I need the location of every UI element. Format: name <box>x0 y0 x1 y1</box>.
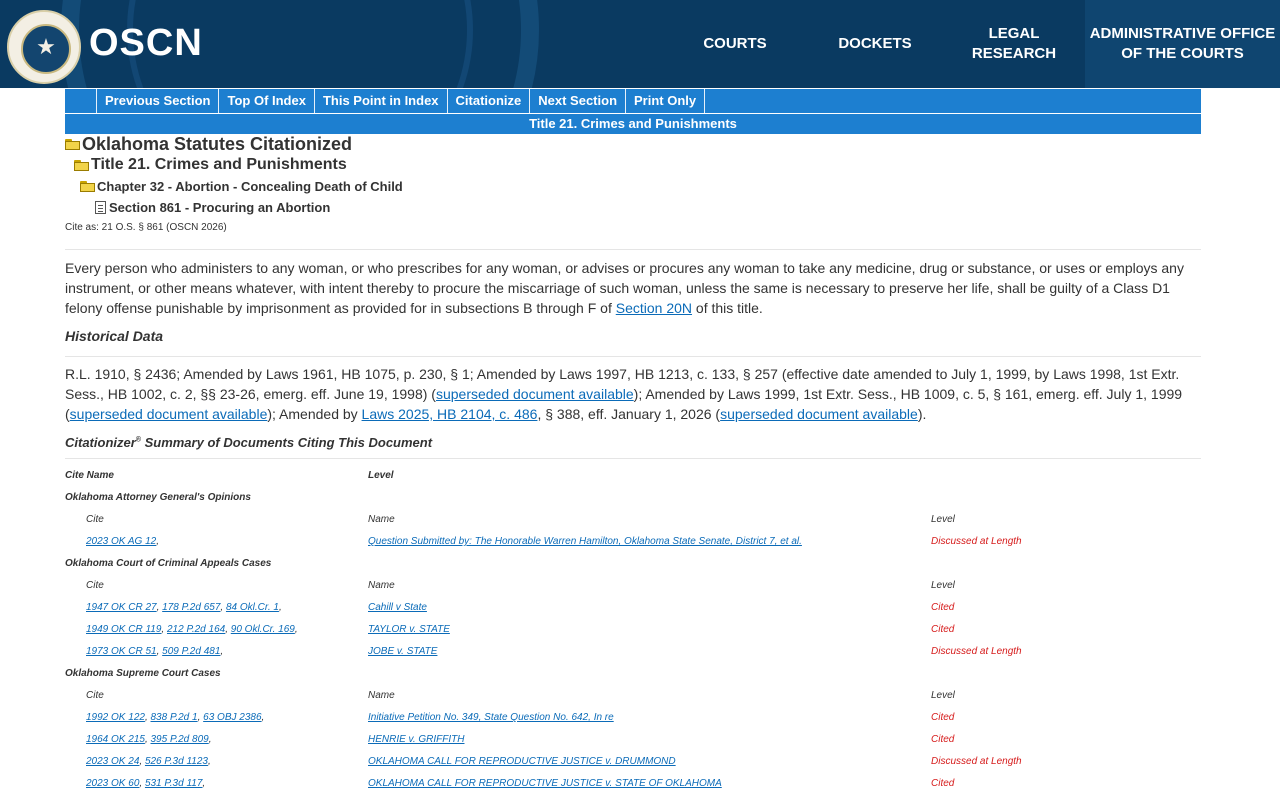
cite-link[interactable]: 90 Okl.Cr. 169 <box>231 624 295 635</box>
subheader-name: Name <box>368 580 395 591</box>
divider <box>65 458 1201 459</box>
group-heading-cca: Oklahoma Court of Criminal Appeals Cases <box>65 558 272 569</box>
table-row-cite: 1964 OK 215, 395 P.2d 809, <box>86 734 212 745</box>
case-name-link[interactable]: OKLAHOMA CALL FOR REPRODUCTIVE JUSTICE v… <box>368 778 722 789</box>
cite-link[interactable]: 2023 OK 24 <box>86 756 139 767</box>
nav-courts[interactable]: COURTS <box>668 0 802 88</box>
case-name-link[interactable]: HENRIE v. GRIFFITH <box>368 734 464 745</box>
case-name-link[interactable]: TAYLOR v. STATE <box>368 624 450 635</box>
level-value: Discussed at Length <box>931 536 1022 547</box>
toolbar-spacer <box>65 89 97 113</box>
level-value: Discussed at Length <box>931 756 1022 767</box>
supreme-court-seal-logo[interactable]: ★ <box>7 10 81 84</box>
cite-link[interactable]: 212 P.2d 164 <box>167 624 225 635</box>
cite-link[interactable]: 531 P.3d 117 <box>145 778 202 789</box>
cite-link[interactable]: 395 P.2d 809 <box>151 734 209 745</box>
cite-link[interactable]: 63 OBJ 2386 <box>203 712 261 723</box>
historical-data-heading: Historical Data <box>65 328 164 344</box>
document-toolbar: Previous Section Top Of Index This Point… <box>65 89 1201 113</box>
level-value: Cited <box>931 778 955 789</box>
table-row-cite: 2023 OK AG 12, <box>86 536 160 547</box>
cite-link[interactable]: 84 Okl.Cr. 1 <box>226 602 279 613</box>
tree-title-label: Title 21. Crimes and Punishments <box>91 156 347 173</box>
tree-section-label: Section 861 - Procuring an Abortion <box>109 199 331 215</box>
open-folder-icon <box>74 159 89 171</box>
table-row-cite: 1992 OK 122, 838 P.2d 1, 63 OBJ 2386, <box>86 712 265 723</box>
nav-dockets[interactable]: DOCKETS <box>808 0 942 88</box>
tree-chapter[interactable]: Chapter 32 - Abortion - Concealing Death… <box>80 177 403 195</box>
cite-link[interactable]: 1973 OK CR 51 <box>86 646 157 657</box>
next-section-button[interactable]: Next Section <box>530 89 627 113</box>
subheader-level: Level <box>931 514 955 525</box>
cite-link[interactable]: 1949 OK CR 119 <box>86 624 161 635</box>
top-of-index-button[interactable]: Top Of Index <box>219 89 315 113</box>
subheader-cite: Cite <box>86 514 104 525</box>
cite-link[interactable]: 526 P.3d 1123 <box>145 756 208 767</box>
this-point-in-index-button[interactable]: This Point in Index <box>315 89 448 113</box>
level-value: Cited <box>931 624 955 635</box>
table-row-cite: 1949 OK CR 119, 212 P.2d 164, 90 Okl.Cr.… <box>86 624 298 635</box>
divider <box>65 249 1201 250</box>
tree-root[interactable]: Oklahoma Statutes Citationized <box>65 134 352 154</box>
nav-legal-research[interactable]: LEGAL RESEARCH <box>947 0 1081 88</box>
cite-link[interactable]: 1992 OK 122 <box>86 712 145 723</box>
level-value: Cited <box>931 734 955 745</box>
table-row-cite: 1947 OK CR 27, 178 P.2d 657, 84 Okl.Cr. … <box>86 602 282 613</box>
table-row-cite: 1973 OK CR 51, 509 P.2d 481, <box>86 646 224 657</box>
column-header-cite-name: Cite Name <box>65 470 114 481</box>
superseded-document-link[interactable]: superseded document available <box>70 406 268 422</box>
site-header: ★ OSCN COURTS DOCKETS LEGAL RESEARCH ADMI… <box>0 0 1280 88</box>
level-value: Cited <box>931 712 955 723</box>
subheader-level: Level <box>931 580 955 591</box>
table-row-cite: 2023 OK 24, 526 P.3d 1123, <box>86 756 211 767</box>
case-name-link[interactable]: Question Submitted by: The Honorable War… <box>368 536 802 547</box>
case-name-link[interactable]: Cahill v State <box>368 602 427 613</box>
statute-text: Every person who administers to any woma… <box>65 260 1184 316</box>
superseded-document-link[interactable]: superseded document available <box>436 386 634 402</box>
oscn-logo[interactable]: OSCN <box>89 22 203 65</box>
column-header-level: Level <box>368 470 394 481</box>
subheader-cite: Cite <box>86 580 104 591</box>
cite-link[interactable]: 1947 OK CR 27 <box>86 602 157 613</box>
table-row-cite: 2023 OK 60, 531 P.3d 117, <box>86 778 206 789</box>
open-folder-icon <box>80 180 95 192</box>
nav-administrative-office[interactable]: ADMINISTRATIVE OFFICE OF THE COURTS <box>1085 0 1280 88</box>
case-name-link[interactable]: OKLAHOMA CALL FOR REPRODUCTIVE JUSTICE v… <box>368 756 676 767</box>
cite-link[interactable]: 178 P.2d 657 <box>162 602 220 613</box>
divider <box>65 356 1201 357</box>
subheader-cite: Cite <box>86 690 104 701</box>
cite-as: Cite as: 21 O.S. § 861 (OSCN 2026) <box>65 222 227 233</box>
tree-chapter-label: Chapter 32 - Abortion - Concealing Death… <box>97 178 403 194</box>
historical-data-text: R.L. 1910, § 2436; Amended by Laws 1961,… <box>65 366 1183 422</box>
tree-title[interactable]: Title 21. Crimes and Punishments <box>74 155 347 175</box>
citationize-button[interactable]: Citationize <box>448 89 531 113</box>
tree-section: Section 861 - Procuring an Abortion <box>95 198 330 216</box>
open-folder-icon <box>65 138 80 150</box>
subheader-name: Name <box>368 514 395 525</box>
citationizer-heading: Citationizer® Summary of Documents Citin… <box>65 435 433 450</box>
cite-link[interactable]: 2023 OK 60 <box>86 778 139 789</box>
cite-link[interactable]: 1964 OK 215 <box>86 734 145 745</box>
cite-link[interactable]: 2023 OK AG 12 <box>86 536 156 547</box>
subheader-name: Name <box>368 690 395 701</box>
case-name-link[interactable]: Initiative Petition No. 349, State Quest… <box>368 712 614 723</box>
group-heading-ag: Oklahoma Attorney General's Opinions <box>65 492 251 503</box>
print-only-button[interactable]: Print Only <box>626 89 706 113</box>
group-heading-sc: Oklahoma Supreme Court Cases <box>65 668 221 679</box>
subheader-level: Level <box>931 690 955 701</box>
document-icon <box>95 200 106 214</box>
level-value: Cited <box>931 602 955 613</box>
tree-root-label: Oklahoma Statutes Citationized <box>82 133 353 154</box>
section-20n-link[interactable]: Section 20N <box>616 300 692 316</box>
superseded-document-link[interactable]: superseded document available <box>720 406 918 422</box>
case-name-link[interactable]: JOBE v. STATE <box>368 646 437 657</box>
previous-section-button[interactable]: Previous Section <box>97 89 220 113</box>
cite-link[interactable]: 509 P.2d 481 <box>162 646 220 657</box>
cite-link[interactable]: 838 P.2d 1 <box>151 712 198 723</box>
level-value: Discussed at Length <box>931 646 1022 657</box>
title-bar: Title 21. Crimes and Punishments <box>65 114 1201 134</box>
laws-2025-link[interactable]: Laws 2025, HB 2104, c. 486 <box>362 406 538 422</box>
